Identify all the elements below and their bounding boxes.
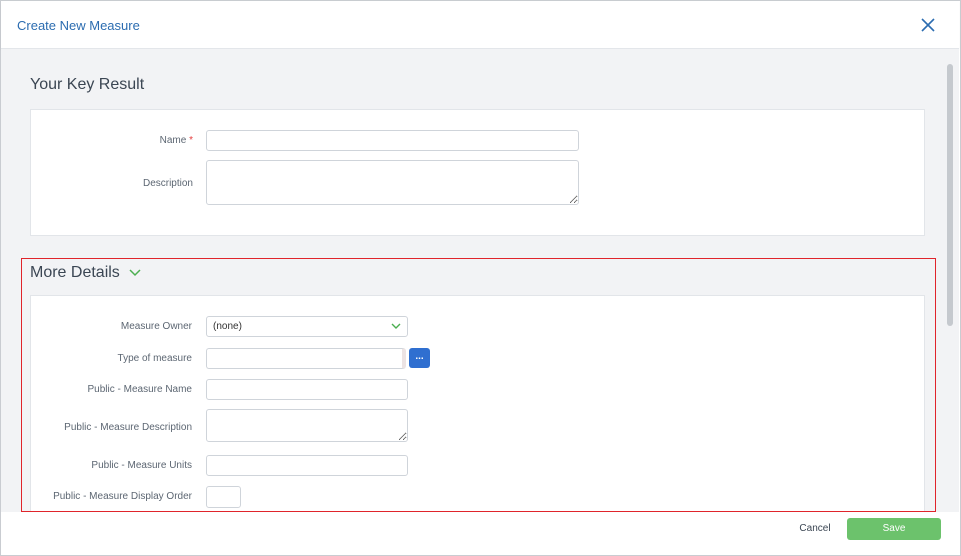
- cancel-button[interactable]: Cancel: [784, 518, 846, 540]
- dialog-title: Create New Measure: [17, 18, 140, 33]
- name-label: Name: [159, 135, 187, 146]
- scrollbar-thumb[interactable]: [947, 64, 953, 326]
- name-input[interactable]: [206, 130, 579, 151]
- dialog-header: Create New Measure: [1, 1, 959, 49]
- required-marker: *: [189, 135, 193, 146]
- description-textarea[interactable]: [206, 160, 579, 205]
- save-button[interactable]: Save: [847, 518, 941, 540]
- more-details-highlight-box: [21, 258, 936, 512]
- key-result-heading: Your Key Result: [30, 76, 145, 93]
- close-icon[interactable]: [918, 15, 938, 35]
- name-label-row: Name *: [8, 135, 193, 146]
- description-label: Description: [142, 178, 193, 189]
